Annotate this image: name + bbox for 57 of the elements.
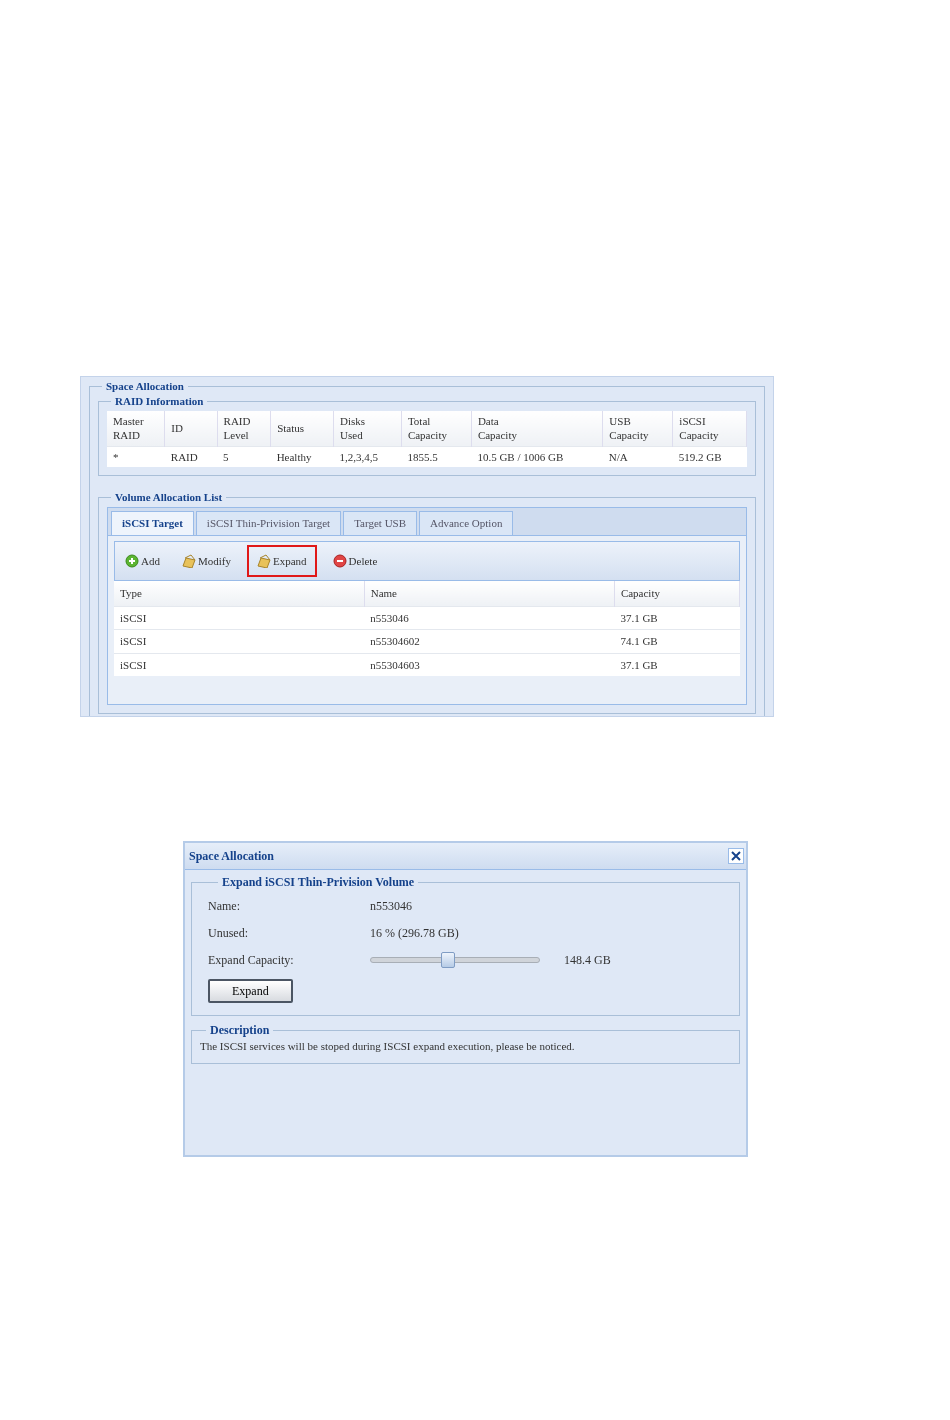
table-cell: 37.1 GB (614, 653, 740, 677)
table-cell: RAID (164, 446, 218, 468)
column-header: Type (114, 581, 365, 607)
table-cell: 37.1 GB (614, 606, 740, 630)
slider-reading: 148.4 GB (564, 951, 611, 969)
table-cell: 74.1 GB (614, 629, 740, 654)
toolbar-button[interactable]: Modify (175, 548, 237, 574)
close-button[interactable] (728, 848, 744, 864)
panel-title: Space Allocation (105, 381, 185, 392)
column-header: iSCSI Capacity (672, 411, 747, 447)
expand-button[interactable]: Expand (208, 979, 293, 1003)
table-cell: * (107, 446, 165, 468)
dialog-title: Space Allocation (189, 848, 274, 865)
table-cell: iSCSI (114, 653, 365, 677)
field-label: Name: (208, 897, 241, 915)
tab[interactable]: iSCSI Target (111, 511, 194, 535)
table-cell: 10.5 GB / 1006 GB (471, 446, 603, 468)
field-label: Unused: (208, 924, 249, 942)
column-header: Name (364, 581, 615, 607)
section-title: Volume Allocation List (114, 492, 224, 504)
column-header: Capacity (614, 581, 740, 607)
table-cell: Healthy (270, 446, 334, 468)
table-cell: N/A (602, 446, 673, 468)
add-icon (125, 553, 139, 568)
column-header: Master RAID (107, 411, 165, 447)
tab[interactable]: Target USB (343, 511, 418, 535)
slider-thumb[interactable] (441, 951, 456, 968)
column-header: Data Capacity (471, 411, 603, 447)
toolbar-button[interactable]: Delete (326, 548, 384, 574)
field-label: Expand Capacity: (208, 951, 295, 969)
table-cell: iSCSI (114, 606, 365, 630)
toolbar-button[interactable]: Expand (246, 544, 317, 578)
column-header: USB Capacity (602, 411, 673, 447)
section-title: RAID Information (114, 396, 205, 407)
table-cell: iSCSI (114, 629, 365, 654)
table-cell: n55304602 (364, 629, 615, 654)
table-cell: n55304603 (364, 653, 615, 677)
column-header: RAID Level (217, 411, 271, 447)
toolbar-button[interactable]: Add (119, 548, 166, 574)
section-title: Description (209, 1024, 271, 1036)
description-text: The ISCSI services will be stoped during ISCSI expand execution, please be noticed. (199, 1039, 576, 1054)
field-value: n553046 (370, 897, 412, 915)
table-cell: 1855.5 (401, 446, 472, 468)
slider-track[interactable] (370, 950, 540, 969)
column-header: Status (270, 411, 334, 447)
tab[interactable]: iSCSI Thin-Privision Target (195, 511, 342, 535)
tab[interactable]: Advance Option (419, 511, 514, 535)
table-cell: 1,2,3,4,5 (333, 446, 402, 468)
column-header: Disks Used (333, 411, 402, 447)
delete-icon (332, 553, 347, 568)
table-cell: 5 (217, 446, 271, 468)
column-header: Total Capacity (401, 411, 472, 447)
field-value: 16 % (296.78 GB) (370, 924, 459, 942)
column-header: ID (164, 411, 218, 447)
table-cell: 519.2 GB (672, 446, 747, 468)
table-cell: n553046 (364, 606, 615, 630)
section-title: Expand iSCSI Thin-Privision Volume (221, 876, 416, 888)
